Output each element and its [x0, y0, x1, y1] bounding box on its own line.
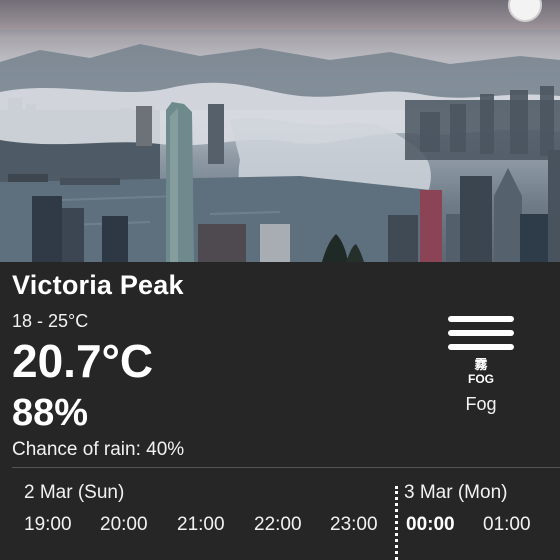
webcam-photo[interactable]: [0, 0, 560, 262]
weather-app-screen: Victoria Peak 18 - 25°C 20.7°C 88% Chanc…: [0, 0, 560, 560]
day-separator: [395, 486, 398, 560]
forecast-hour[interactable]: 20:00: [100, 514, 148, 536]
forecast-day-label: 2 Mar (Sun): [24, 482, 125, 503]
fog-icon: [448, 316, 514, 350]
forecast-day-label: 3 Mar (Mon): [404, 482, 508, 503]
weather-condition[interactable]: 霧 FOG Fog: [440, 314, 522, 415]
harbour-scene: [0, 0, 560, 262]
station-name[interactable]: Victoria Peak: [12, 270, 184, 301]
temperature-range: 18 - 25°C: [12, 311, 89, 331]
forecast-hour[interactable]: 23:00: [330, 514, 378, 536]
weather-info-panel: Victoria Peak 18 - 25°C 20.7°C 88% Chanc…: [0, 262, 560, 560]
forecast-hour[interactable]: 19:00: [24, 514, 72, 536]
divider: [12, 467, 560, 468]
forecast-hour[interactable]: 00:00: [406, 514, 455, 536]
weather-label: Fog: [465, 394, 497, 414]
fog-icon-chinese-text: 霧: [474, 357, 488, 372]
forecast-hour[interactable]: 21:00: [177, 514, 225, 536]
forecast-hour[interactable]: 01:00: [483, 514, 531, 536]
forecast-hour[interactable]: 22:00: [254, 514, 302, 536]
current-temperature: 20.7°C: [12, 335, 154, 387]
fog-icon-english-text: FOG: [468, 372, 494, 386]
rain-chance: Chance of rain: 40%: [12, 439, 185, 460]
current-humidity: 88%: [12, 392, 89, 434]
